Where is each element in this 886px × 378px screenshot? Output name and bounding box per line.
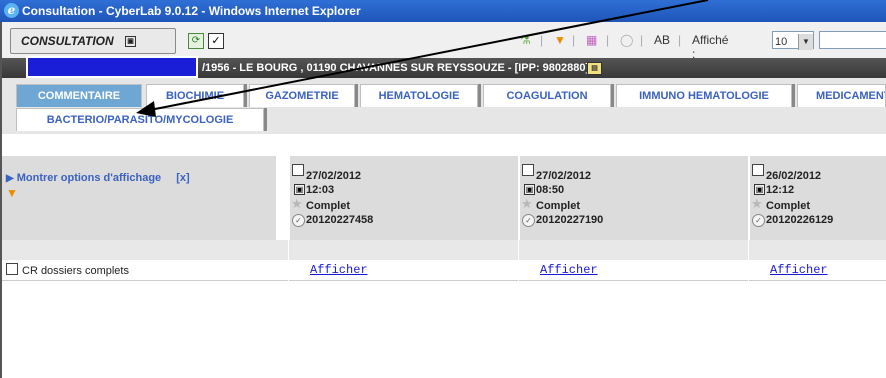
annotation-arrow-line	[149, 0, 709, 111]
annotation-arrow-head	[136, 101, 156, 117]
annotation-arrow	[136, 0, 709, 117]
